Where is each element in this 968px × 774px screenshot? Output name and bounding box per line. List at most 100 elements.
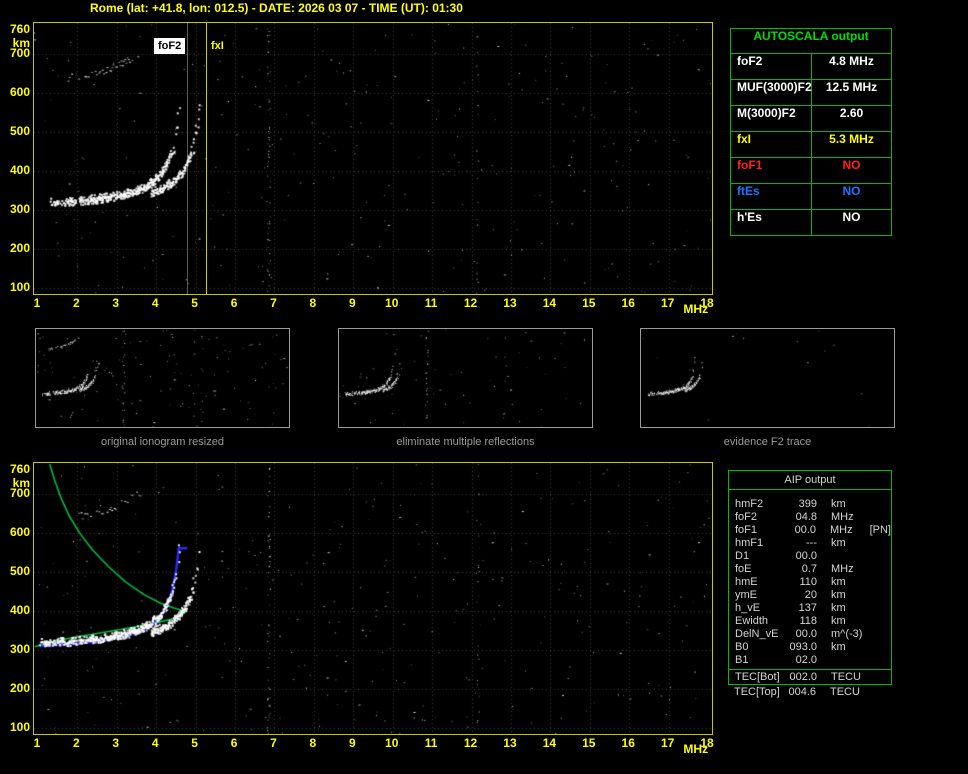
foF2-marker-line [187, 23, 188, 294]
aip-row: h_vE 137 km [729, 602, 891, 615]
aip-output-panel: AIP output hmF2 399 km foF2 04.8 MHz foF1 00.0 M… [728, 470, 892, 699]
x-tick-label: 14 [542, 736, 557, 750]
y-tick-label: 500 [9, 563, 30, 578]
aip-row-unit: TECU [831, 671, 861, 683]
thumbnail-caption: evidence F2 trace [723, 436, 812, 448]
x-tick-label: 13 [503, 736, 517, 750]
autoscala-row: ftEs NO [731, 184, 891, 210]
x-tick-label: 10 [385, 736, 399, 750]
aip-row-value: 093.0 [789, 641, 817, 653]
x-tick-label: 5 [191, 296, 198, 310]
fxI-marker-line [206, 23, 207, 294]
y-tick-label: 300 [9, 641, 30, 656]
aip-row-unit: km [831, 498, 846, 510]
y-tick-label: 600 [9, 524, 30, 539]
aip-panel-title: AIP output [729, 471, 891, 490]
autoscala-output-panel: AUTOSCALA output foF2 4.8 MHz MUF(3000)F2 1… [730, 28, 892, 236]
aip-row-label: B1 [735, 654, 749, 666]
autoscala-row: h'Es NO [731, 210, 891, 235]
x-tick-label: 7 [270, 296, 277, 310]
autoscala-row-value: NO [842, 210, 861, 224]
autoscala-row-value: 2.60 [839, 106, 864, 120]
x-tick-label: 4 [151, 296, 159, 310]
aip-row: foE 0.7 MHz [729, 563, 891, 576]
aip-row-tec-bot: TEC[Bot] 002.0 TECU [729, 669, 891, 684]
x-tick-label: 8 [309, 736, 317, 750]
station-title: Rome (lat: +41.8, lon: 012.5) - DATE: 20… [90, 1, 463, 15]
aip-row-value: 0.7 [801, 563, 817, 575]
thumbnail-evidence-f2: evidence F2 trace [640, 328, 895, 448]
autoscala-row-label: MUF(3000)F2 [731, 80, 812, 105]
aip-row-label: hmF2 [735, 498, 764, 510]
axis-unit-km: km [12, 476, 30, 491]
thumbnail-caption: original ionogram resized [101, 436, 224, 448]
x-tick-label: 12 [463, 296, 478, 310]
autoscala-row-label: foF1 [731, 158, 812, 183]
aip-row-label: TEC[Top] [734, 686, 780, 698]
aip-row-label: Ewidth [735, 615, 769, 627]
y-tick-label: 760 [9, 22, 30, 37]
autoscala-rows: foF2 4.8 MHz MUF(3000)F2 12.5 MHz M(3000)F2 2… [731, 54, 891, 235]
aip-row-value: 02.0 [795, 654, 817, 666]
y-tick-label: 200 [9, 681, 30, 696]
aip-row: hmF1 --- km [729, 537, 891, 550]
y-tick-label: 300 [9, 201, 30, 216]
x-tick-label: 3 [112, 296, 120, 310]
aip-row-value: 004.6 [788, 686, 816, 698]
autoscala-row-label: fxI [731, 132, 812, 157]
aip-row-unit: km [831, 576, 846, 588]
aip-row-unit: MHz [831, 511, 854, 523]
autoscala-row: foF2 4.8 MHz [731, 54, 891, 80]
x-tick-label: 7 [270, 736, 277, 750]
thumbnail-original-canvas [35, 328, 290, 428]
x-tick-label: 16 [621, 736, 635, 750]
axis-unit-km: km [12, 36, 30, 51]
autoscala-row-label: ftEs [731, 184, 812, 209]
autoscala-row-value: NO [842, 184, 861, 198]
x-tick-label: 1 [33, 296, 41, 310]
x-tick-label: 2 [73, 296, 80, 310]
aip-row-value: --- [806, 537, 817, 549]
aip-row-value: 110 [799, 576, 817, 588]
aip-row: Ewidth 118 km [729, 615, 891, 628]
ionogram-profile-canvas [33, 462, 713, 735]
aip-row-label: ymE [735, 589, 757, 601]
aip-row-value: 00.0 [794, 524, 817, 536]
x-tick-label: 6 [230, 296, 238, 310]
y-tick-label: 400 [9, 602, 30, 617]
thumbnail-evidence-canvas [640, 328, 895, 428]
x-tick-label: 2 [73, 736, 80, 750]
aip-row-label: foF2 [735, 511, 758, 523]
aip-row-unit: MHz [830, 524, 853, 536]
autoscala-row: M(3000)F2 2.60 [731, 106, 891, 132]
x-tick-label: 9 [348, 296, 356, 310]
y-tick-label: 500 [9, 123, 30, 138]
aip-row: hmF2 399 km [729, 498, 891, 511]
x-tick-label: 1 [33, 736, 41, 750]
y-tick-label: 200 [9, 241, 30, 256]
x-tick-label: 11 [424, 296, 438, 310]
aip-rows: hmF2 399 km foF2 04.8 MHz foF1 00.0 MHz [PN] hmF1 -… [729, 490, 891, 669]
aip-row-label: D1 [735, 550, 750, 562]
autoscala-row-value: NO [842, 158, 861, 172]
y-tick-label: 100 [9, 720, 30, 735]
thumbnail-eliminate-reflections: eliminate multiple reflections [338, 328, 593, 448]
aip-row: ymE 20 km [729, 589, 891, 602]
thumbnail-caption: eliminate multiple reflections [396, 436, 535, 448]
aip-row: DelN_vE 00.0 m^(-3) [729, 628, 891, 641]
aip-row-label: h_vE [735, 602, 761, 614]
y-tick-label: 600 [9, 84, 30, 99]
aip-row: B0 093.0 km [729, 641, 891, 654]
aip-row-unit [831, 550, 867, 563]
aip-row-unit: km [831, 589, 846, 601]
aip-row-label: hmF1 [735, 537, 764, 549]
aip-row-label: hmE [735, 576, 758, 588]
aip-row-unit: km [831, 602, 846, 614]
aip-row-label: TEC[Bot] [735, 671, 780, 683]
aip-row-unit: km [831, 537, 846, 549]
aip-row-unit: MHz [831, 563, 854, 575]
autoscala-row-value: 5.3 MHz [829, 132, 874, 146]
autoscala-row-label: foF2 [731, 54, 812, 79]
aip-row-value: 118 [799, 615, 817, 627]
aip-row-value: 20 [804, 589, 817, 601]
